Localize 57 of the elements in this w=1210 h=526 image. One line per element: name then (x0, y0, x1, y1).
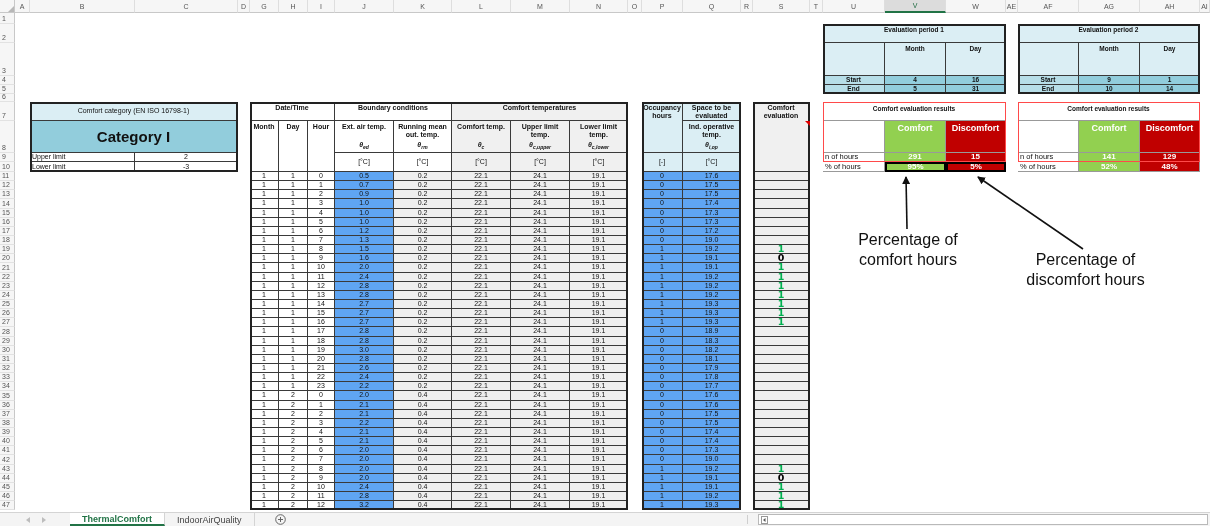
callout-text: Percentage of discomfort hours (1025, 250, 1146, 290)
table-cell: 48% (1140, 162, 1200, 172)
table-cell (753, 382, 810, 392)
arrow (902, 176, 911, 230)
table-cell (823, 121, 885, 153)
scroll-right-icon[interactable] (42, 516, 46, 523)
table-cell (753, 345, 810, 355)
table-cell (753, 354, 810, 364)
table-header: Comfort (1079, 121, 1140, 153)
scroll-left-icon[interactable] (26, 516, 30, 523)
table-cell (753, 373, 810, 383)
comment-indicator-icon (805, 121, 810, 126)
evaluation-value: 1 (777, 501, 785, 510)
table-header: Discomfort (946, 121, 1006, 153)
table-header: Discomfort (1140, 121, 1200, 153)
caret-icon[interactable] (761, 515, 768, 524)
table-cell: 5% (946, 162, 1006, 172)
evaluation-value: 0 (777, 473, 785, 482)
evaluation-value: 1 (777, 290, 785, 299)
table-cell (753, 409, 810, 419)
table-cell (753, 199, 810, 209)
table-cell (1018, 43, 1079, 76)
category-label: Category I (30, 121, 238, 153)
table-cell (753, 208, 810, 218)
table-cell (753, 217, 810, 227)
table-cell (1018, 121, 1079, 153)
sheet-tab[interactable]: ThermalComfort (70, 513, 165, 526)
evaluation-value: 1 (777, 318, 785, 327)
evaluation-value: 1 (777, 281, 785, 290)
evaluation-value: 1 (777, 272, 785, 281)
table-cell (753, 418, 810, 428)
table-cell (753, 336, 810, 346)
evaluation-value: 1 (777, 464, 785, 473)
table-cell (753, 400, 810, 410)
table-cell: 95% (885, 162, 946, 172)
table-cell (753, 172, 810, 182)
table-cell (753, 391, 810, 401)
table-cell (753, 437, 810, 447)
evaluation-value: 1 (777, 300, 785, 309)
table-cell (823, 43, 885, 76)
table-cell (753, 181, 810, 191)
table-cell (753, 427, 810, 438)
horizontal-scrollbar[interactable] (758, 514, 1208, 525)
table-header: Comfort (885, 121, 946, 153)
evaluation-value: 1 (777, 309, 785, 318)
evaluation-value: 1 (777, 492, 785, 500)
add-sheet-icon[interactable] (274, 514, 286, 525)
table-cell (753, 446, 810, 456)
table-cell (753, 363, 810, 374)
evaluation-value: 0 (777, 254, 785, 263)
table-cell (753, 226, 810, 236)
evaluation-value: 1 (777, 263, 785, 272)
callout-text: Percentage of comfort hours (857, 230, 959, 270)
table-cell (753, 190, 810, 200)
evaluation-value: 1 (777, 245, 785, 254)
evaluation-value: 1 (777, 482, 785, 491)
table-cell: 52% (1079, 162, 1140, 172)
